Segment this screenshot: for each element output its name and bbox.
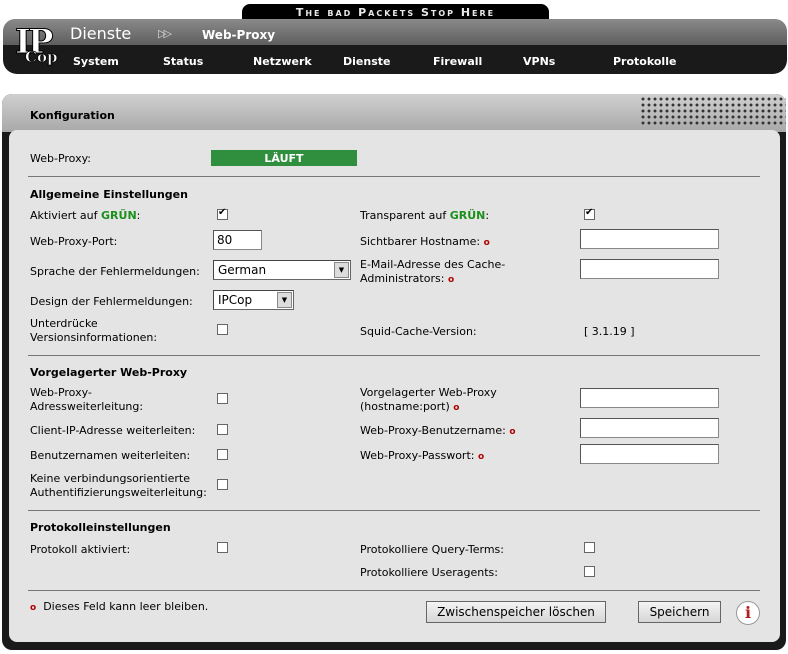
proxy-password-input[interactable]: [580, 444, 719, 464]
decorative-dots: [640, 96, 786, 126]
box-title: Konfiguration: [30, 109, 115, 122]
breadcrumb-section: Dienste: [70, 24, 132, 43]
required-marker-icon: o: [509, 427, 516, 437]
log-query-terms-label: Protokolliere Query-Terms:: [360, 543, 504, 556]
section-general-title: Allgemeine Einstellungen: [30, 188, 188, 201]
address-forward-checkbox[interactable]: [217, 393, 228, 404]
breadcrumb-page: Web-Proxy: [202, 28, 276, 42]
log-useragents-checkbox[interactable]: [584, 566, 595, 577]
squid-version-value: [ 3.1.19 ]: [584, 325, 635, 338]
client-ip-forward-checkbox[interactable]: [217, 424, 228, 435]
address-forward-label: Web-Proxy- Adressweiterleitung:: [30, 386, 144, 413]
log-enabled-label: Protokoll aktiviert:: [30, 543, 131, 556]
suppress-version-label: Unterdrücke Versionsinformationen:: [30, 317, 158, 344]
log-enabled-checkbox[interactable]: [217, 542, 228, 553]
enabled-green-checkbox[interactable]: [217, 207, 228, 220]
error-language-label: Sprache der Fehlermeldungen:: [30, 265, 200, 278]
info-icon[interactable]: i: [736, 601, 760, 625]
divider: [28, 590, 760, 591]
upstream-proxy-label: Vorgelagerter Web-Proxy (hostname:port) o: [360, 386, 497, 413]
transparent-green-label: Transparent auf GRÜN:: [360, 209, 490, 222]
required-note: o Dieses Feld kann leer bleiben.: [30, 600, 209, 613]
dropdown-arrow-icon: ▼: [277, 292, 292, 308]
port-input[interactable]: 80: [213, 230, 262, 250]
log-query-terms-checkbox[interactable]: [584, 542, 595, 553]
proxy-username-label: Web-Proxy-Benutzername: o: [360, 424, 516, 437]
no-conn-auth-label: Keine verbindungsorientierte Authentifizi…: [30, 472, 207, 499]
status-badge: LÄUFT: [211, 150, 357, 166]
dropdown-arrow-icon: ▼: [334, 262, 349, 278]
section-logging-title: Protokolleinstellungen: [30, 521, 171, 534]
required-marker-icon: o: [30, 603, 37, 613]
upstream-proxy-input[interactable]: [580, 388, 719, 408]
log-useragents-label: Protokolliere Useragents:: [360, 566, 498, 579]
error-design-select[interactable]: IPCop ▼: [213, 290, 294, 310]
status-label: Web-Proxy:: [30, 152, 91, 165]
divider: [28, 176, 760, 177]
menu-protokolle[interactable]: Protokolle: [613, 55, 676, 68]
squid-version-label: Squid-Cache-Version:: [360, 325, 477, 338]
visible-hostname-label: Sichtbarer Hostname: o: [360, 235, 490, 248]
ipcop-logo: IP Cop: [13, 22, 61, 68]
required-marker-icon: o: [447, 275, 455, 285]
clear-cache-button[interactable]: Zwischenspeicher löschen: [426, 601, 606, 623]
username-forward-label: Benutzernamen weiterleiten:: [30, 449, 191, 462]
required-marker-icon: o: [483, 238, 490, 248]
logo-cop: Cop: [25, 48, 58, 67]
menu-vpns[interactable]: VPNs: [523, 55, 555, 68]
section-upstream-title: Vorgelagerter Web-Proxy: [30, 366, 188, 379]
menu-dienste[interactable]: Dienste: [343, 55, 390, 68]
enabled-green-label: Aktiviert auf GRÜN:: [30, 209, 141, 222]
menu-netzwerk[interactable]: Netzwerk: [253, 55, 312, 68]
error-language-select[interactable]: German ▼: [213, 260, 351, 280]
proxy-username-input[interactable]: [580, 418, 719, 438]
port-label: Web-Proxy-Port:: [30, 235, 118, 248]
visible-hostname-input[interactable]: [580, 229, 719, 249]
suppress-version-checkbox[interactable]: [217, 324, 228, 335]
divider: [28, 355, 760, 356]
menu-status[interactable]: Status: [163, 55, 203, 68]
no-conn-auth-checkbox[interactable]: [217, 479, 228, 490]
menu-system[interactable]: System: [73, 55, 119, 68]
admin-email-input[interactable]: [580, 259, 719, 279]
divider: [28, 510, 760, 511]
slogan-banner: The bad Packets Stop Here: [242, 4, 549, 20]
menu-firewall[interactable]: Firewall: [433, 55, 482, 68]
username-forward-checkbox[interactable]: [217, 449, 228, 460]
required-marker-icon: o: [477, 452, 485, 462]
client-ip-forward-label: Client-IP-Adresse weiterleiten:: [30, 424, 196, 437]
proxy-password-label: Web-Proxy-Passwort: o: [360, 449, 485, 462]
save-button[interactable]: Speichern: [638, 601, 721, 623]
admin-email-label: E-Mail-Adresse des Cache- Administrators:…: [360, 258, 506, 285]
error-design-label: Design der Fehlermeldungen:: [30, 295, 193, 308]
transparent-green-checkbox[interactable]: [584, 207, 595, 220]
breadcrumb-arrow-icon: ▷▷: [158, 27, 172, 40]
required-marker-icon: o: [453, 403, 460, 413]
